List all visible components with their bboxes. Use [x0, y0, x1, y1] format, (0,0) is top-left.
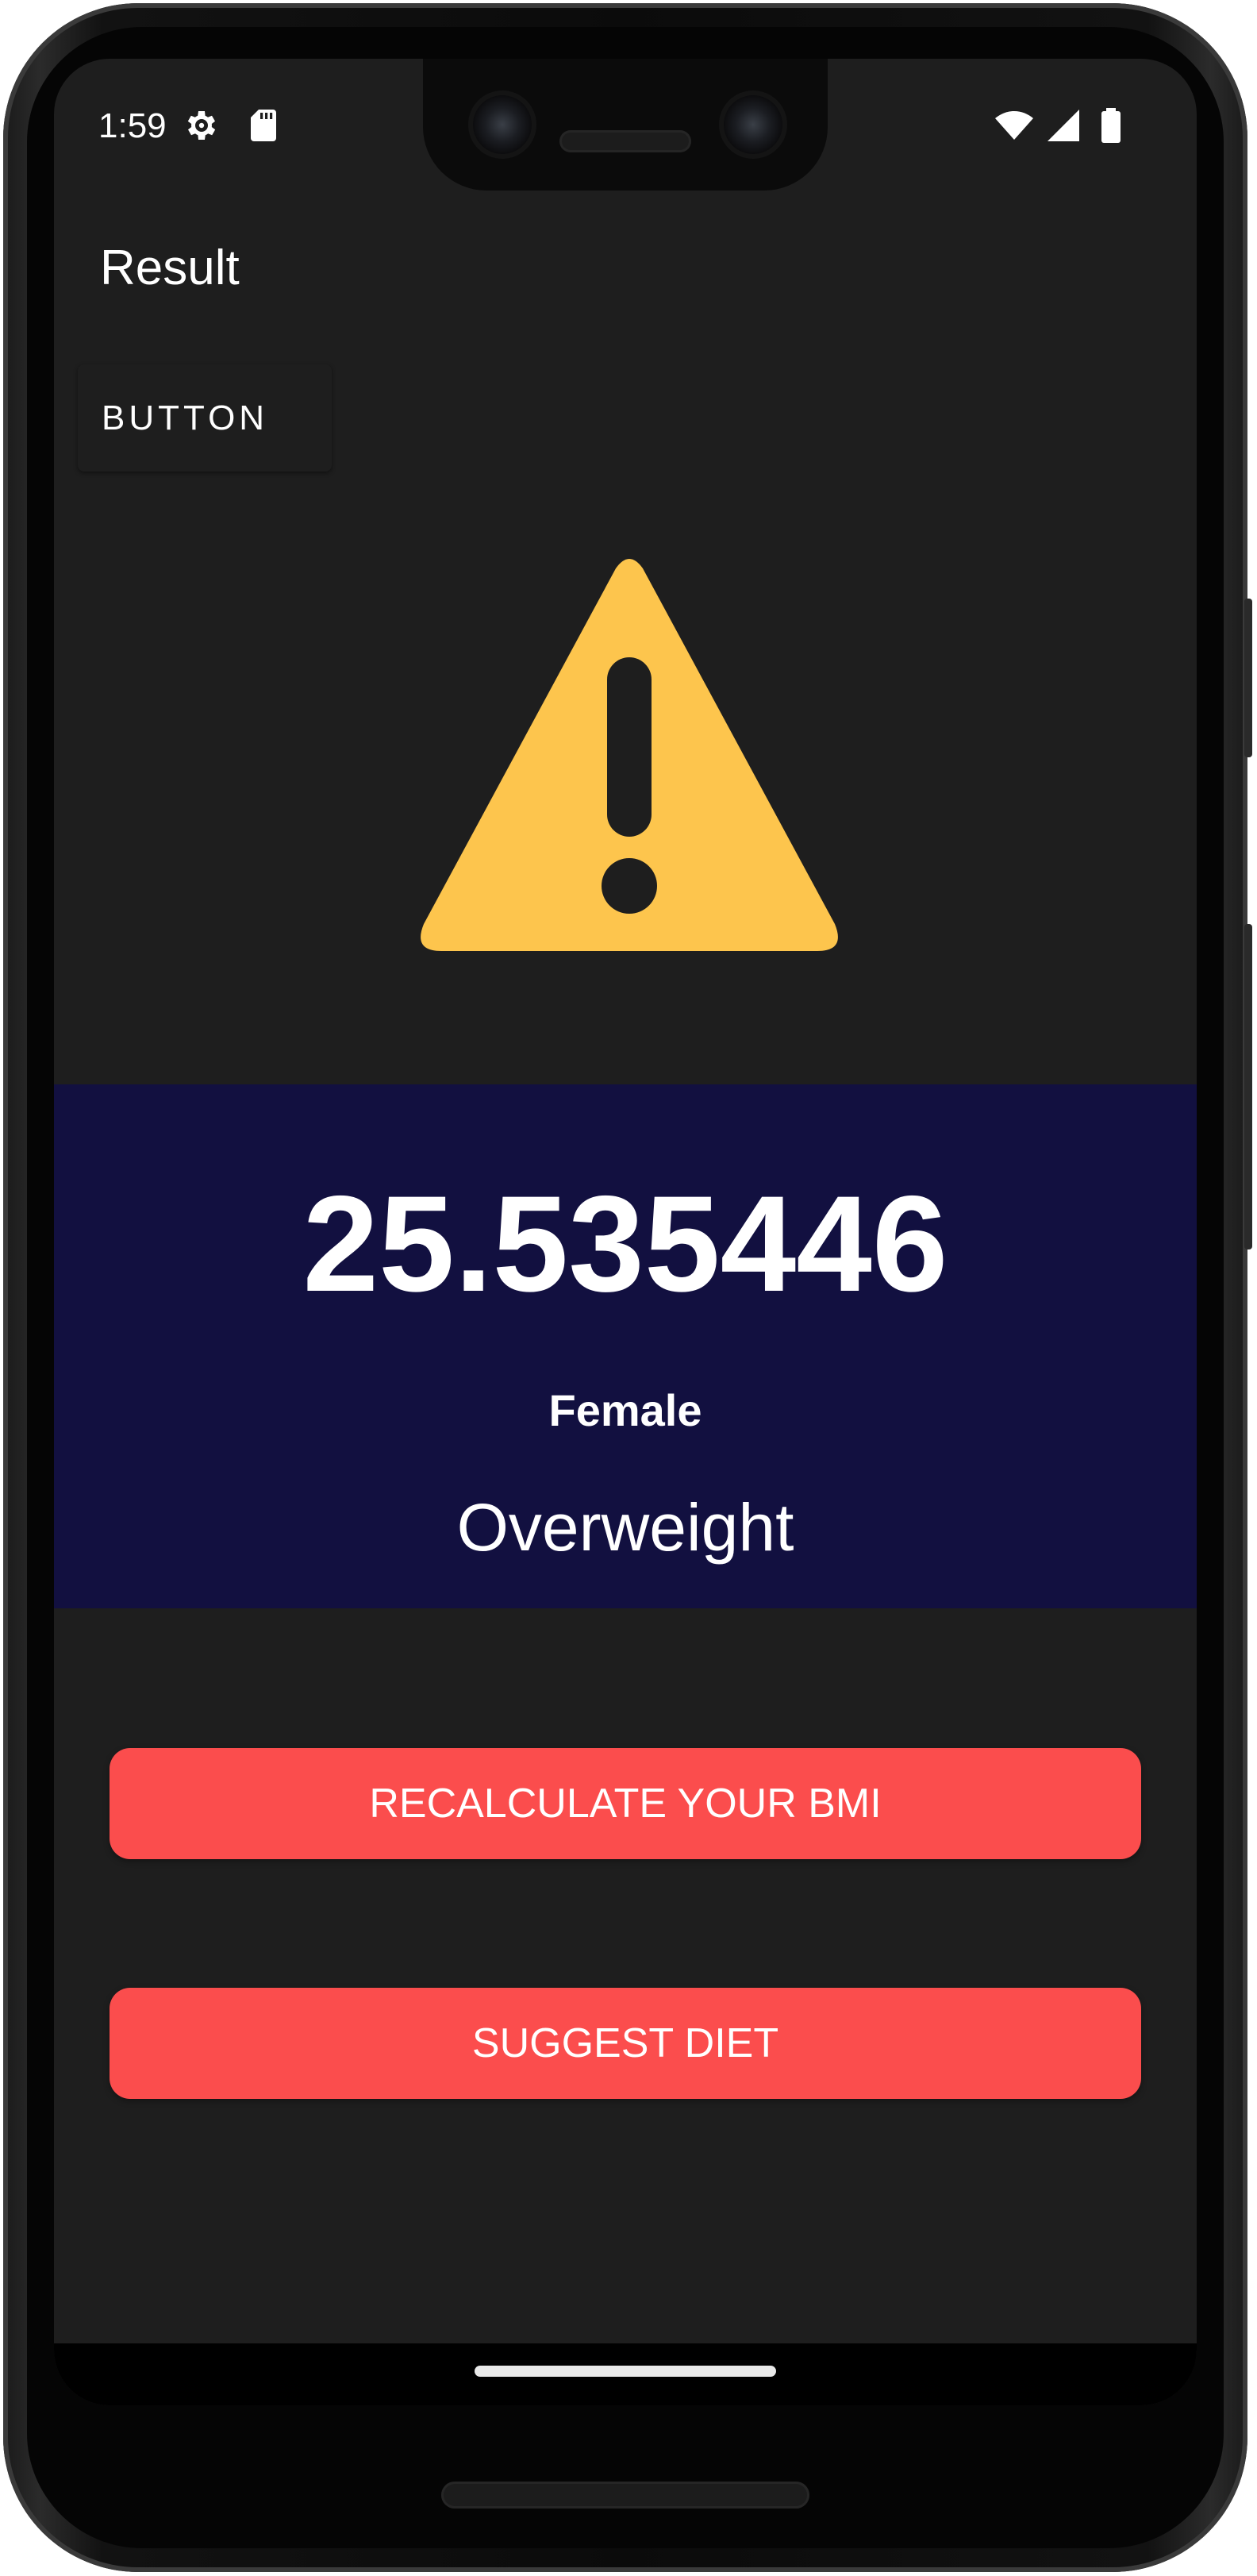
- power-button: [1244, 599, 1252, 757]
- gender-label: Female: [548, 1385, 702, 1435]
- battery-icon: [1101, 108, 1121, 143]
- app-screen: 1:59 Result BUTTON 25.535446 Female Over…: [54, 59, 1197, 2405]
- volume-button: [1244, 924, 1252, 1249]
- phone-frame: 1:59 Result BUTTON 25.535446 Female Over…: [3, 3, 1252, 2572]
- warning-icon: [421, 559, 838, 951]
- navigation-bar: [54, 2343, 1197, 2405]
- home-gesture-handle[interactable]: [475, 2366, 776, 2377]
- settings-gear-icon: [187, 111, 216, 140]
- bmi-value: 25.535446: [302, 1168, 948, 1320]
- cellular-signal-icon: [1048, 110, 1079, 141]
- bottom-speaker-grille: [441, 2482, 809, 2509]
- wifi-icon: [995, 111, 1033, 140]
- front-camera-right: [719, 90, 787, 159]
- suggest-diet-button[interactable]: SUGGEST DIET: [110, 1988, 1141, 2099]
- front-camera-left: [468, 90, 536, 159]
- recalculate-bmi-button[interactable]: RECALCULATE YOUR BMI: [110, 1748, 1141, 1859]
- sd-card-icon: [251, 110, 276, 141]
- status-time: 1:59: [98, 106, 167, 145]
- result-panel: 25.535446 Female Overweight: [54, 1084, 1197, 1608]
- earpiece-speaker: [559, 130, 691, 152]
- generic-button[interactable]: BUTTON: [78, 364, 332, 472]
- bmi-category-label: Overweight: [456, 1490, 794, 1565]
- page-title: Result: [100, 241, 240, 295]
- display-notch: [423, 59, 828, 191]
